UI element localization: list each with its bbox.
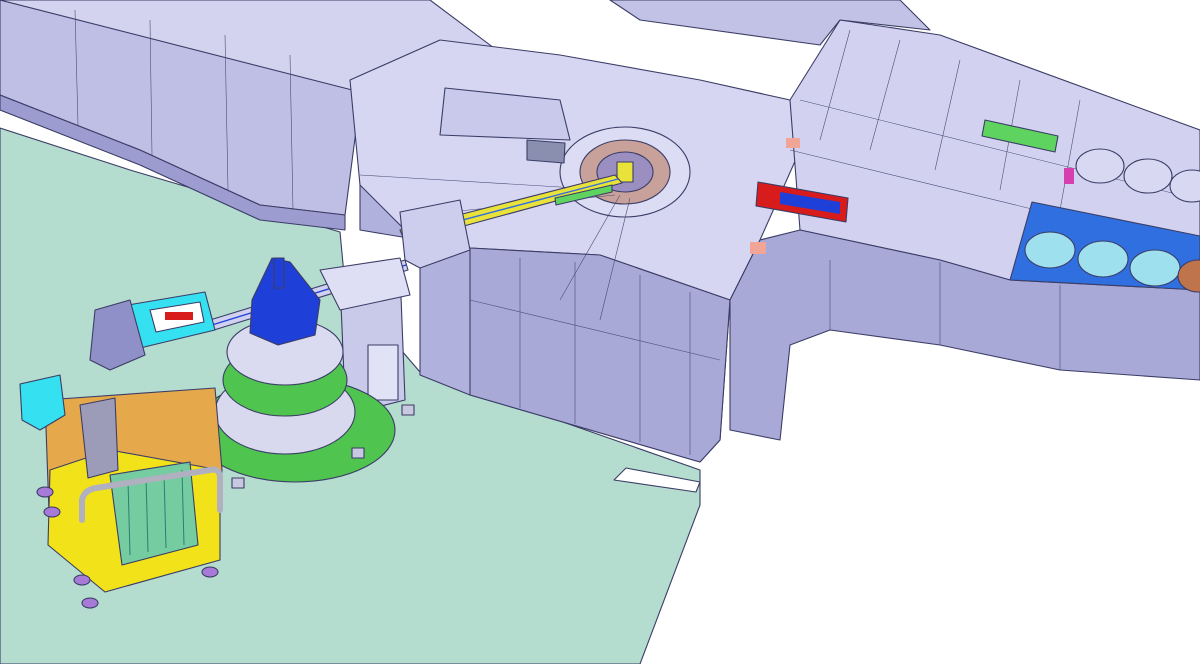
analyzer-red-core <box>165 312 193 320</box>
magenta-clamp <box>1064 168 1074 184</box>
moderator-core <box>616 161 634 183</box>
pink-marker-1 <box>786 138 800 148</box>
sample-stick <box>273 257 285 289</box>
cad-scene <box>0 0 1200 664</box>
scene-svg <box>0 0 1200 664</box>
hatch-opening <box>526 139 566 164</box>
pink-marker-2 <box>750 242 766 254</box>
tower-panel <box>367 344 399 401</box>
